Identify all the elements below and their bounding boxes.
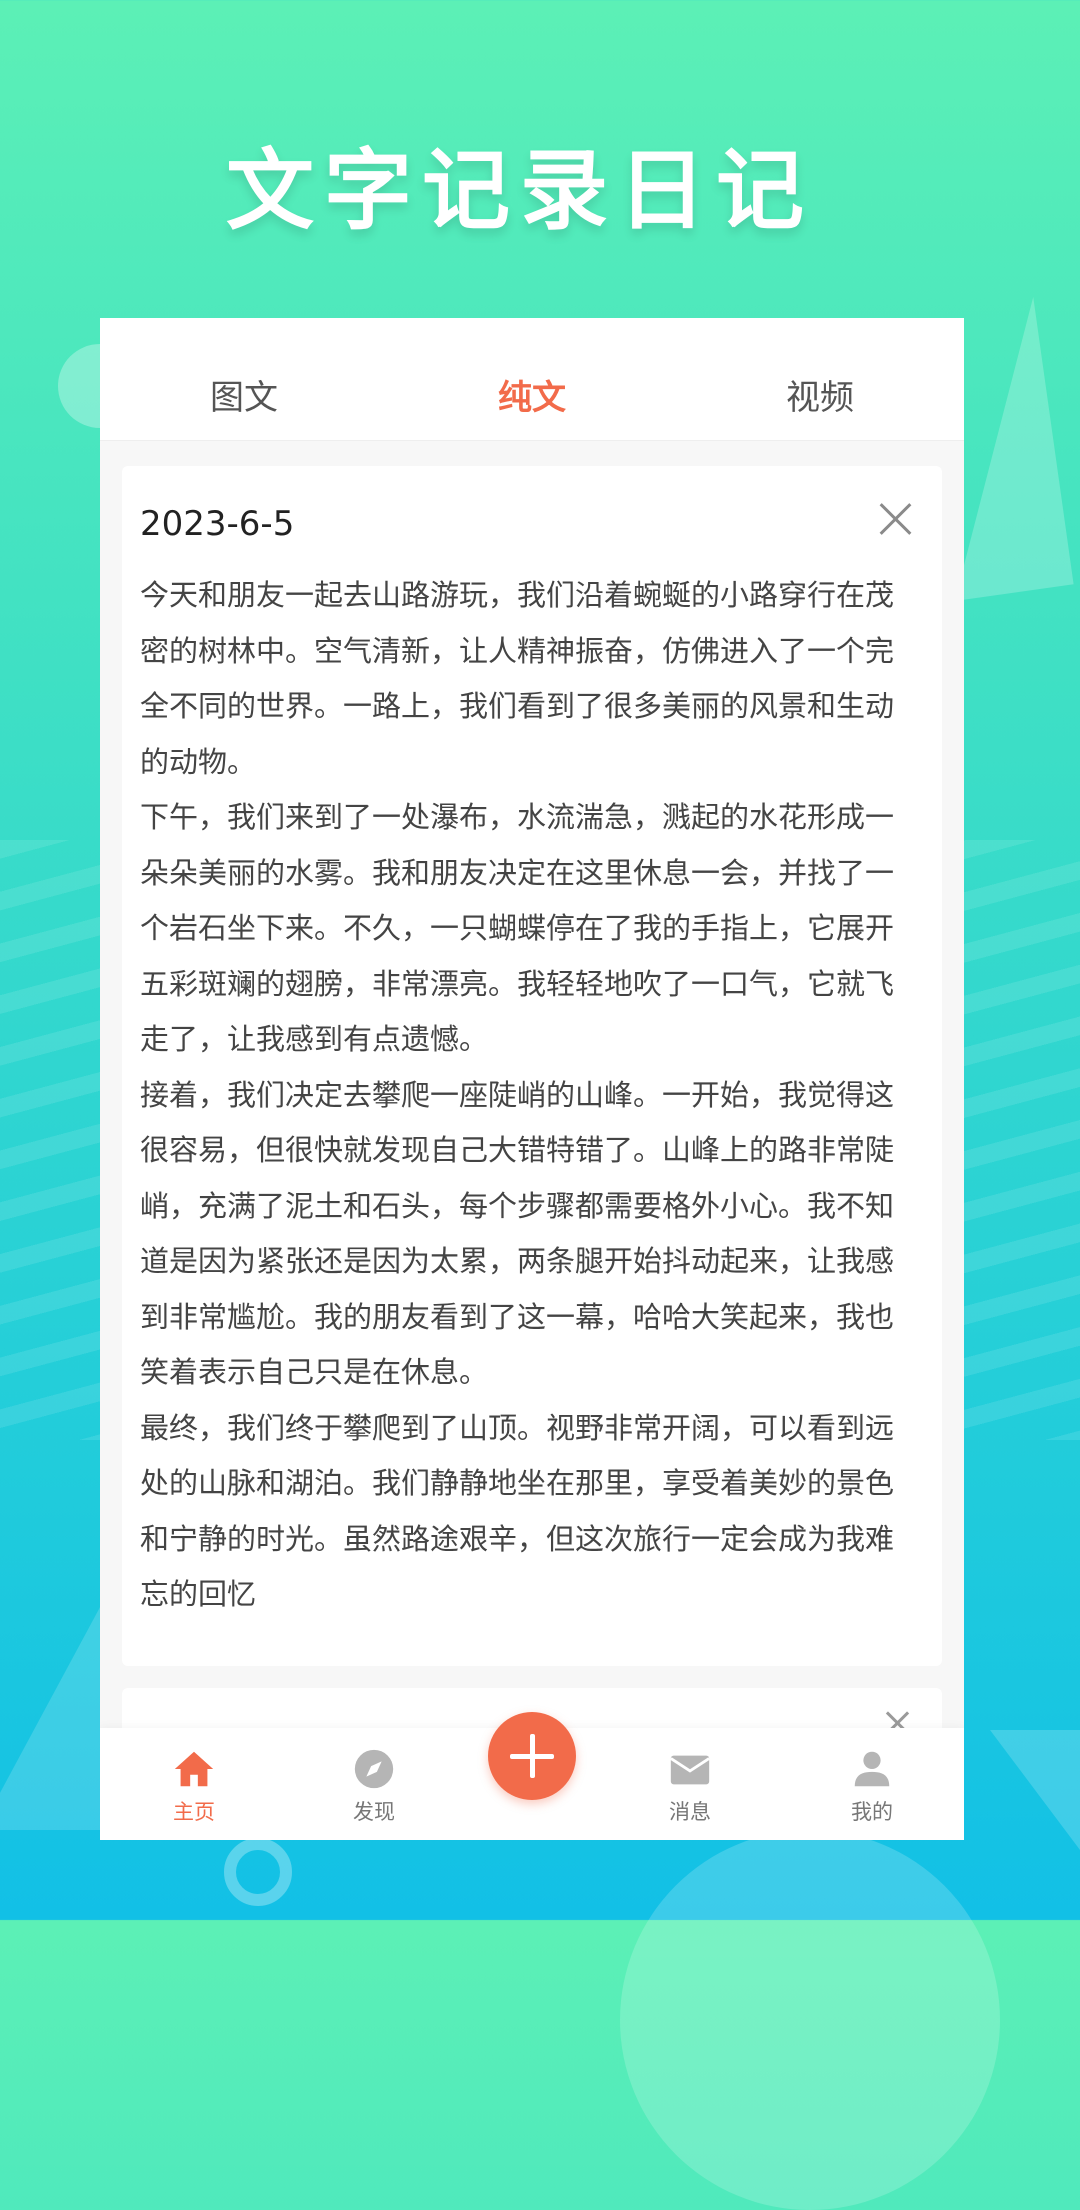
- nav-discover-label: 发现: [353, 1800, 395, 1824]
- close-icon[interactable]: [872, 494, 922, 544]
- entry-paragraph: 接着，我们决定去攀爬一座陡峭的山峰。一开始，我觉得这很容易，但很快就发现自己大错…: [140, 1077, 895, 1390]
- entry-paragraph: 下午，我们来到了一处瀑布，水流湍急，溅起的水花形成一朵朵美丽的水雾。我和朋友决定…: [140, 800, 895, 1056]
- entry-paragraph: 最终，我们终于攀爬到了山顶。视野非常开阔，可以看到远处的山脉和湖泊。我们静静地坐…: [140, 1410, 895, 1612]
- nav-mine-label: 我的: [851, 1800, 893, 1824]
- decor-ring: [224, 1838, 292, 1906]
- nav-message-label: 消息: [669, 1800, 711, 1824]
- nav-home[interactable]: 主页: [134, 1746, 254, 1826]
- entry-date: 2023-6-5: [140, 504, 295, 544]
- tab-image-text[interactable]: 图文: [210, 370, 278, 419]
- hero-title: 文字记录日记: [225, 139, 814, 242]
- user-icon: [854, 1751, 890, 1787]
- decor-triangle-bottom-right: [990, 1730, 1080, 1850]
- decor-big-circle: [620, 1830, 1000, 2210]
- tab-bar: 图文 纯文 视频: [100, 318, 964, 441]
- entry-paragraph: 今天和朋友一起去山路游玩，我们沿着蜿蜒的小路穿行在茂密的树林中。空气清新，让人精…: [140, 578, 895, 779]
- home-icon: [174, 1751, 214, 1787]
- tab-plain-text[interactable]: 纯文: [498, 370, 566, 419]
- diary-entry-card: 2023-6-5 今天和朋友一起去山路游玩，我们沿着蜿蜒的小路穿行在茂密的树林中…: [122, 466, 942, 1666]
- compass-icon: [354, 1749, 394, 1789]
- mail-icon: [670, 1755, 710, 1785]
- nav-message[interactable]: 消息: [630, 1746, 750, 1826]
- nav-mine[interactable]: 我的: [812, 1746, 932, 1826]
- entry-body: 今天和朋友一起去山路游玩，我们沿着蜿蜒的小路穿行在茂密的树林中。空气清新，让人精…: [140, 568, 920, 1623]
- nav-discover[interactable]: 发现: [314, 1746, 434, 1826]
- add-entry-button[interactable]: [488, 1712, 576, 1800]
- tab-video[interactable]: 视频: [786, 370, 854, 419]
- nav-home-label: 主页: [173, 1800, 215, 1824]
- phone-screen: 图文 纯文 视频 2023-6-5 今天和朋友一起去山路游玩，我们沿着蜿蜒的小路…: [100, 318, 964, 1840]
